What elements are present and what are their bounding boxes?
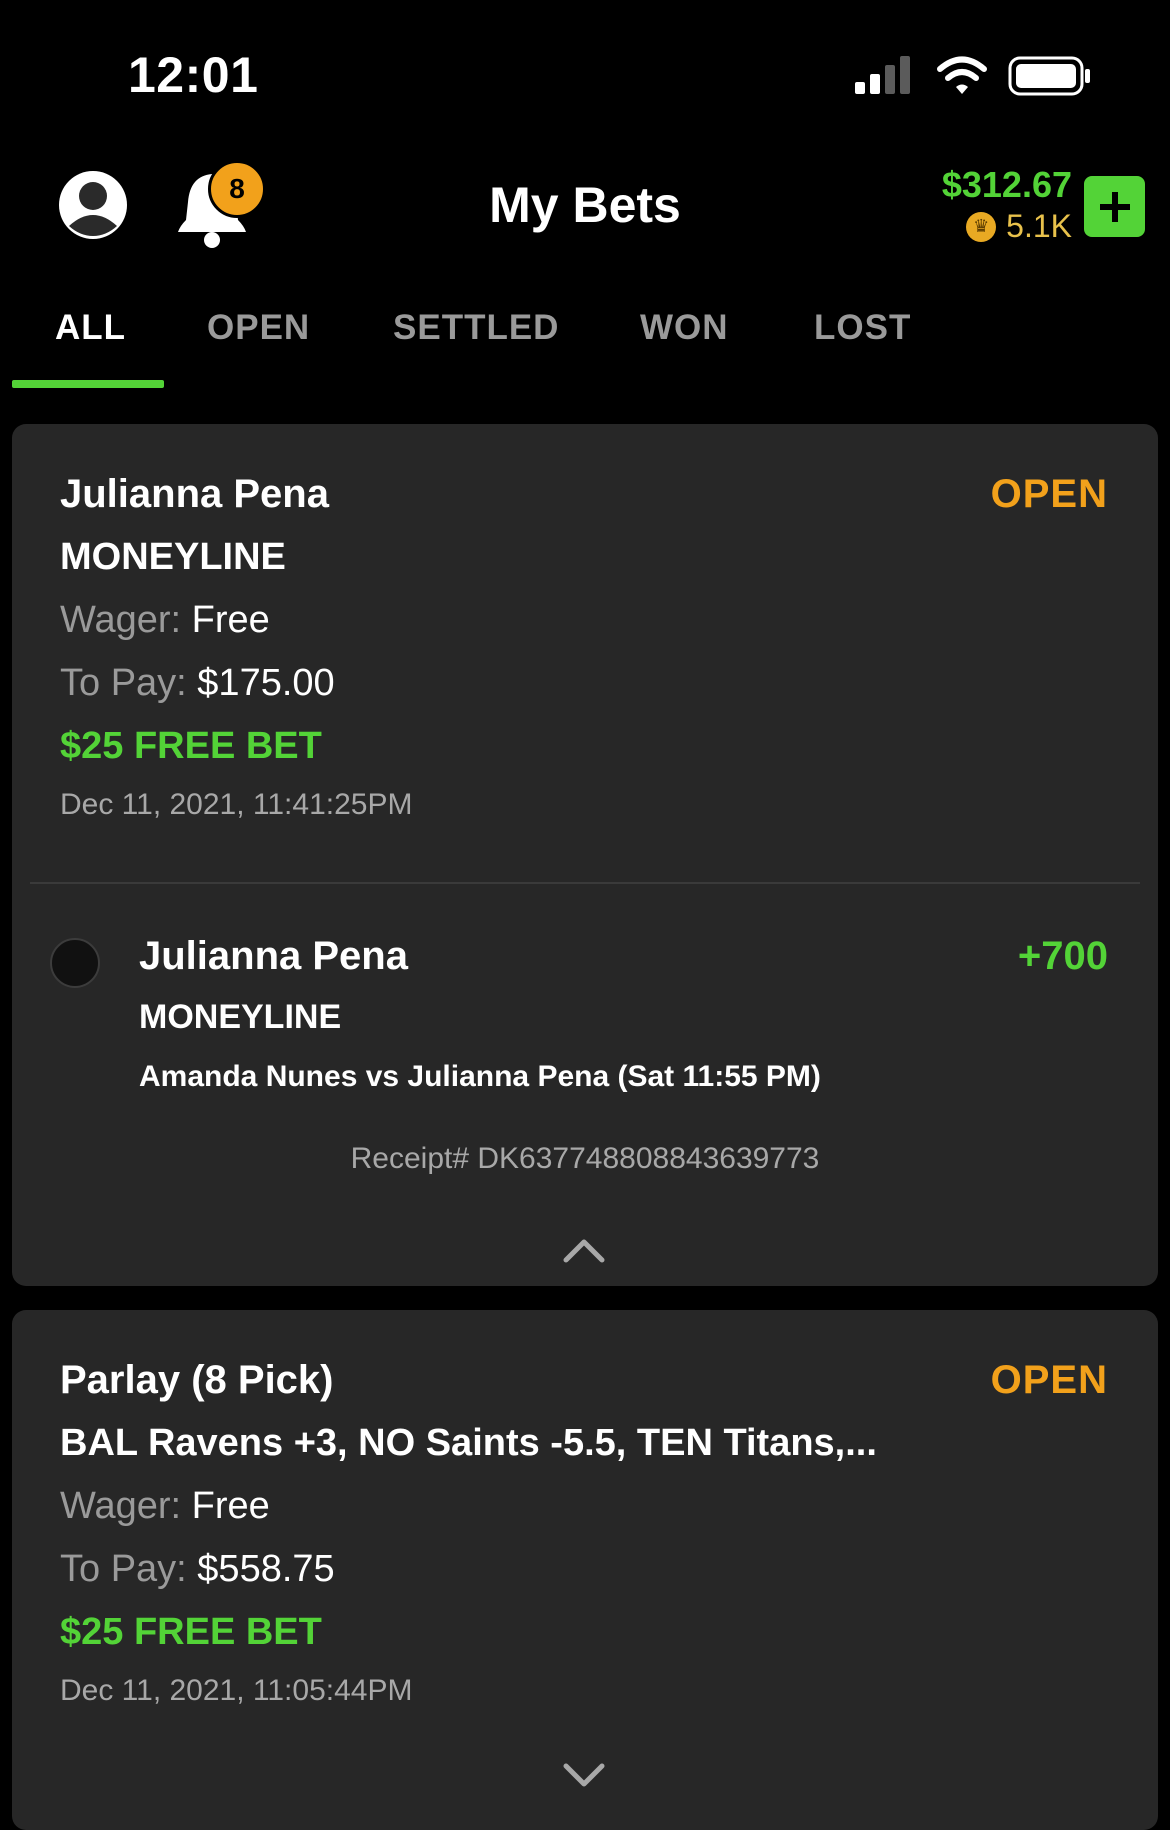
status-bar: 12:01 bbox=[0, 0, 1170, 150]
bet-title: Parlay (8 Pick) bbox=[60, 1358, 334, 1402]
topay-row: To Pay: $175.00 bbox=[60, 662, 335, 705]
bet-filter-tabs: ALL OPEN SETTLED WON LOST bbox=[0, 290, 1170, 390]
active-tab-indicator bbox=[12, 380, 164, 388]
bet-legs: BAL Ravens +3, NO Saints -5.5, TEN Titan… bbox=[60, 1422, 877, 1464]
topay-row: To Pay: $558.75 bbox=[60, 1548, 335, 1591]
topay-label: To Pay: bbox=[60, 1548, 187, 1590]
account-balance[interactable]: $312.67 ♛ 5.1K bbox=[942, 164, 1072, 245]
plus-icon bbox=[1099, 191, 1130, 222]
bet-status: OPEN bbox=[990, 472, 1108, 516]
bet-title: Julianna Pena bbox=[60, 472, 329, 516]
topay-value: $558.75 bbox=[197, 1548, 335, 1590]
wager-label: Wager: bbox=[60, 599, 182, 641]
wager-label: Wager: bbox=[60, 1485, 182, 1527]
selection-market: MONEYLINE bbox=[139, 998, 342, 1036]
battery-icon bbox=[1008, 56, 1090, 96]
bet-card[interactable]: Parlay (8 Pick) OPEN BAL Ravens +3, NO S… bbox=[12, 1310, 1158, 1830]
tab-settled[interactable]: SETTLED bbox=[393, 308, 559, 348]
selection-odds: +700 bbox=[1017, 934, 1108, 978]
wager-row: Wager: Free bbox=[60, 599, 270, 642]
tab-lost[interactable]: LOST bbox=[814, 308, 911, 348]
wifi-icon bbox=[937, 56, 987, 94]
wager-value: Free bbox=[191, 1485, 270, 1527]
tab-open[interactable]: OPEN bbox=[207, 308, 310, 348]
selection-radio[interactable] bbox=[50, 938, 100, 988]
bet-market: MONEYLINE bbox=[60, 536, 286, 578]
bet-status: OPEN bbox=[990, 1358, 1108, 1402]
topay-label: To Pay: bbox=[60, 662, 187, 704]
bet-date: Dec 11, 2021, 11:41:25PM bbox=[60, 788, 413, 821]
coins-amount: 5.1K bbox=[1006, 208, 1072, 244]
tab-all[interactable]: ALL bbox=[55, 308, 126, 348]
topay-value: $175.00 bbox=[197, 662, 335, 704]
bet-date: Dec 11, 2021, 11:05:44PM bbox=[60, 1674, 413, 1707]
chevron-down-icon[interactable] bbox=[562, 1762, 606, 1790]
wager-row: Wager: Free bbox=[60, 1485, 270, 1528]
bet-card[interactable]: Julianna Pena OPEN MONEYLINE Wager: Free… bbox=[12, 424, 1158, 1286]
free-bet-promo: $25 FREE BET bbox=[60, 1611, 322, 1653]
receipt-number: Receipt# DK637748808843639773 bbox=[350, 1142, 820, 1175]
selection-event: Amanda Nunes vs Julianna Pena (Sat 11:55… bbox=[139, 1060, 821, 1093]
free-bet-promo: $25 FREE BET bbox=[60, 725, 322, 767]
app-header: 8 My Bets $312.67 ♛ 5.1K bbox=[0, 150, 1170, 270]
status-time: 12:01 bbox=[128, 47, 259, 103]
deposit-button[interactable] bbox=[1084, 176, 1145, 237]
tab-won[interactable]: WON bbox=[640, 308, 729, 348]
wager-value: Free bbox=[191, 599, 270, 641]
balance-amount: $312.67 bbox=[941, 164, 1072, 205]
selection-name: Julianna Pena bbox=[139, 934, 408, 978]
coins-balance: ♛ 5.1K bbox=[942, 208, 1072, 245]
chevron-up-icon[interactable] bbox=[562, 1236, 606, 1264]
crown-coin-icon: ♛ bbox=[966, 211, 997, 242]
cellular-signal-icon bbox=[855, 56, 910, 94]
divider bbox=[30, 882, 1140, 884]
